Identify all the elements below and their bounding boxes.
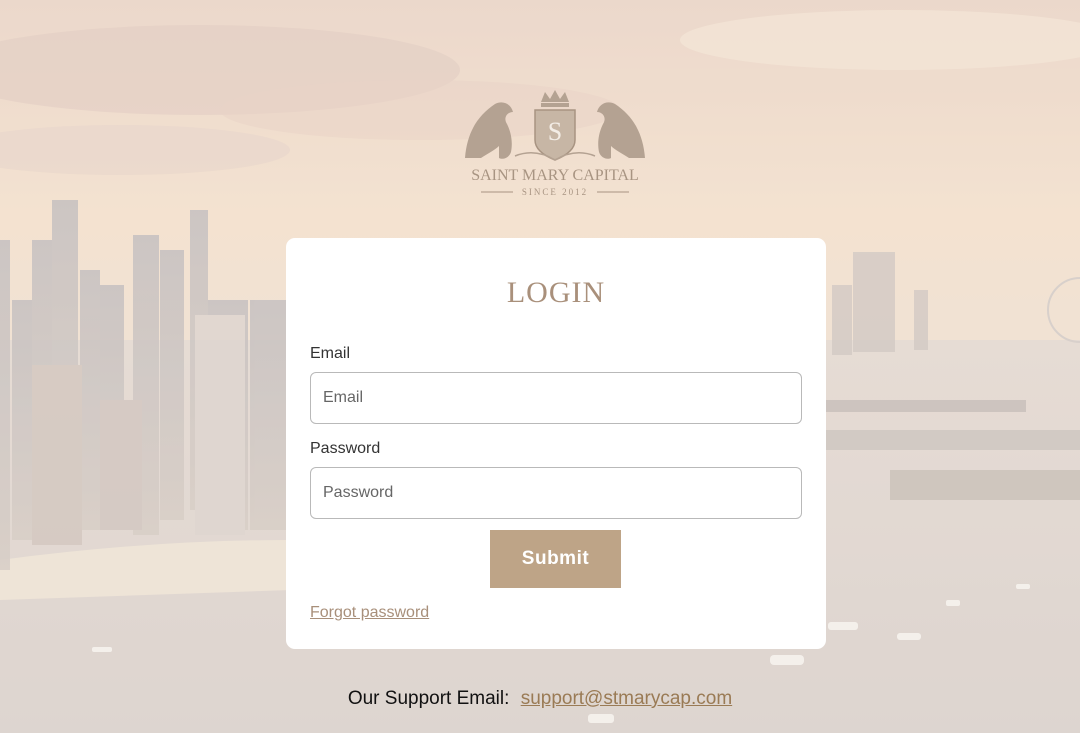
brand-since: SINCE 2012 — [522, 187, 588, 197]
forgot-password-link[interactable]: Forgot password — [310, 604, 429, 622]
support-email-link[interactable]: support@stmarycap.com — [521, 688, 732, 709]
brand-name: SAINT MARY CAPITAL — [471, 167, 639, 184]
support-footer: Our Support Email: support@stmarycap.com — [0, 688, 1080, 710]
crest-icon: S SAINT MARY CAPITAL SINCE 2012 — [465, 90, 645, 197]
password-label: Password — [310, 440, 381, 457]
submit-button[interactable]: Submit — [490, 530, 621, 588]
password-input[interactable] — [310, 467, 802, 519]
support-label: Our Support Email: — [347, 688, 510, 709]
email-label: Email — [310, 345, 351, 362]
login-card: LOGIN Email Password Submit Forgot passw… — [286, 238, 826, 649]
login-title: LOGIN — [506, 276, 606, 309]
email-input[interactable] — [310, 372, 802, 424]
monogram-text: S — [548, 117, 562, 146]
saint-mary-capital-logo: S SAINT MARY CAPITAL SINCE 2012 — [455, 88, 655, 200]
